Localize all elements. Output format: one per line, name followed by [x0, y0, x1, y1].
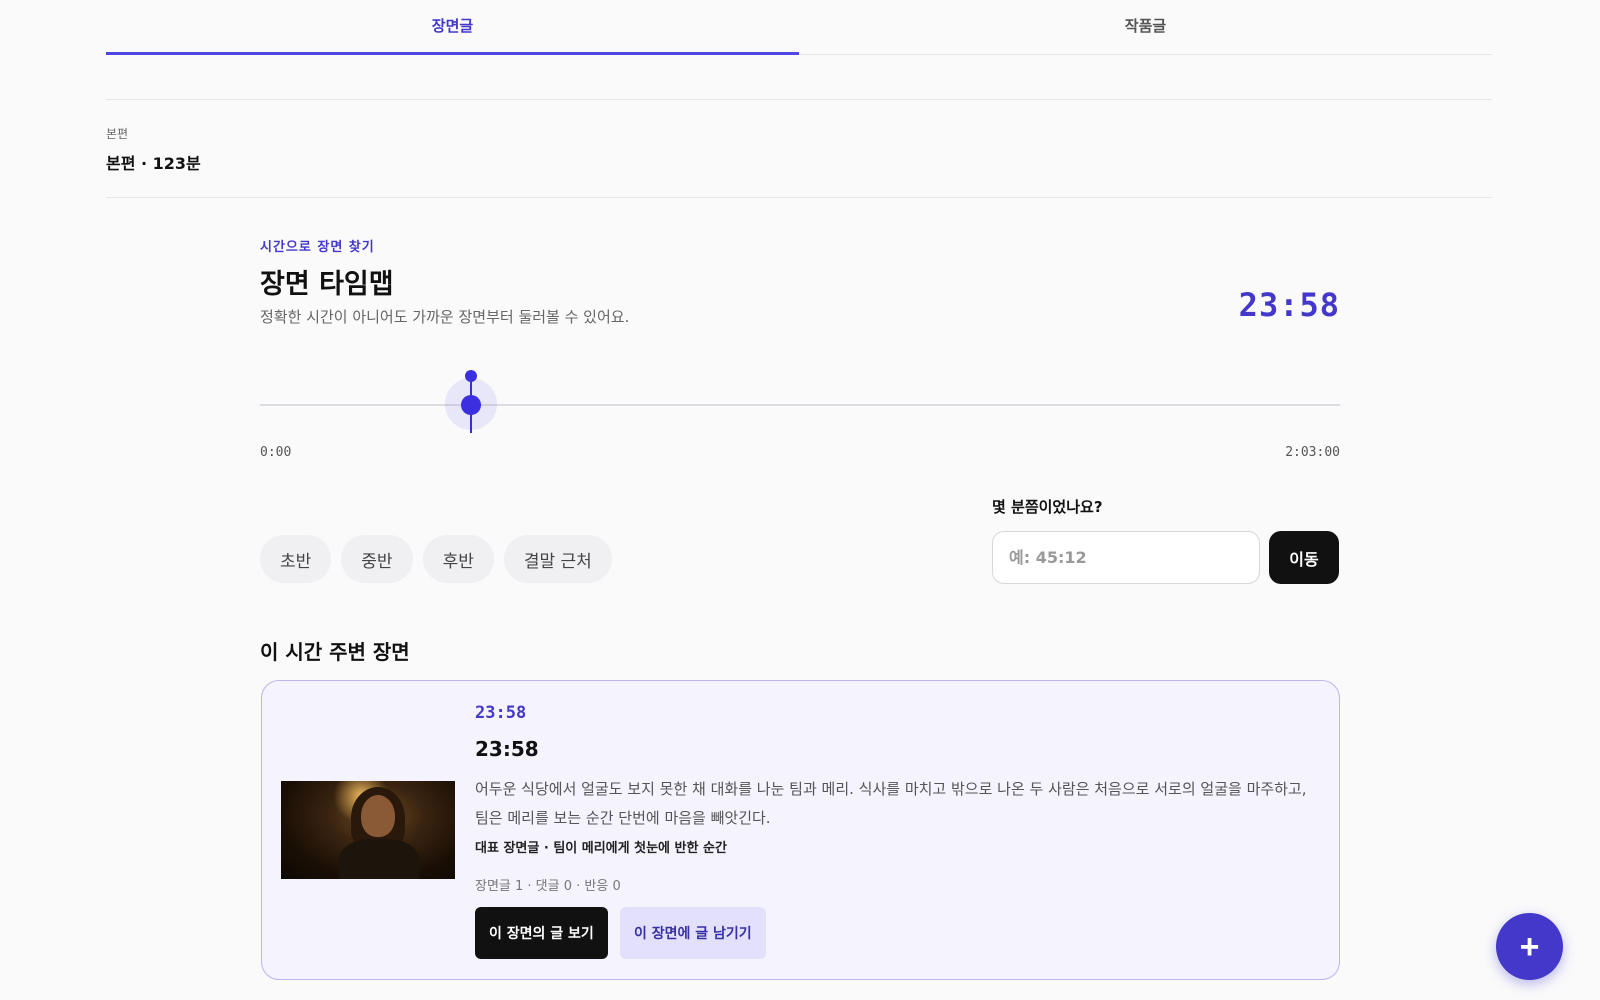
tab-bar: 장면글 작품글: [106, 0, 1492, 55]
plus-icon: +: [1519, 927, 1540, 966]
timeline-start-label: 0:00: [260, 445, 292, 460]
section-value: 본편 · 123분: [106, 154, 201, 173]
timeline-slider[interactable]: 0:00 2:03:00: [260, 360, 1340, 460]
jump-time-label: 몇 분쯤이었나요?: [992, 498, 1103, 516]
jump-button[interactable]: 이동: [1269, 531, 1339, 584]
timeline-end-label: 2:03:00: [1285, 445, 1340, 460]
chip-near-ending[interactable]: 결말 근처: [503, 535, 612, 583]
nearby-scenes-title: 이 시간 주변 장면: [260, 640, 410, 664]
write-scene-post-button[interactable]: 이 장면에 글 남기기: [620, 907, 766, 959]
divider: [106, 197, 1492, 198]
timemap-eyebrow: 시간으로 장면 찾기: [260, 240, 375, 255]
section-label: 본편: [106, 127, 129, 141]
timeline-track[interactable]: [260, 404, 1340, 406]
add-post-fab[interactable]: +: [1496, 913, 1563, 980]
chip-early[interactable]: 초반: [260, 535, 332, 583]
scene-thumbnail: [281, 781, 455, 879]
tab-work-posts[interactable]: 작품글: [799, 0, 1492, 54]
view-scene-posts-button[interactable]: 이 장면의 글 보기: [475, 907, 608, 959]
chip-middle[interactable]: 중반: [341, 535, 413, 583]
scene-title: 23:58: [475, 737, 539, 761]
scene-card[interactable]: 23:58 23:58 어두운 식당에서 얼굴도 보지 못한 채 대화를 나눈 …: [261, 680, 1340, 980]
scene-stats: 장면글 1 · 댓글 0 · 반응 0: [475, 879, 621, 894]
timemap-description: 정확한 시간이 아니어도 가까운 장면부터 둘러볼 수 있어요.: [260, 308, 630, 326]
scene-timestamp: 23:58: [475, 703, 527, 723]
tab-scene-posts[interactable]: 장면글: [106, 0, 799, 55]
divider: [106, 99, 1492, 100]
quick-jump-chips: 초반 중반 후반 결말 근처: [260, 535, 612, 583]
timemap-title: 장면 타임맵: [260, 269, 394, 300]
scene-description: 어두운 식당에서 얼굴도 보지 못한 채 대화를 나눈 팀과 메리. 식사를 마…: [475, 780, 1307, 827]
scene-representative-post: 대표 장면글 · 팀이 메리에게 첫눈에 반한 순간: [475, 841, 727, 856]
jump-time-input[interactable]: [992, 531, 1260, 584]
current-time-display: 23:58: [1238, 286, 1340, 324]
handle-pin: [464, 370, 477, 382]
handle-knob[interactable]: [460, 395, 481, 415]
chip-late[interactable]: 후반: [422, 535, 494, 583]
timeline-handle[interactable]: [443, 370, 499, 440]
